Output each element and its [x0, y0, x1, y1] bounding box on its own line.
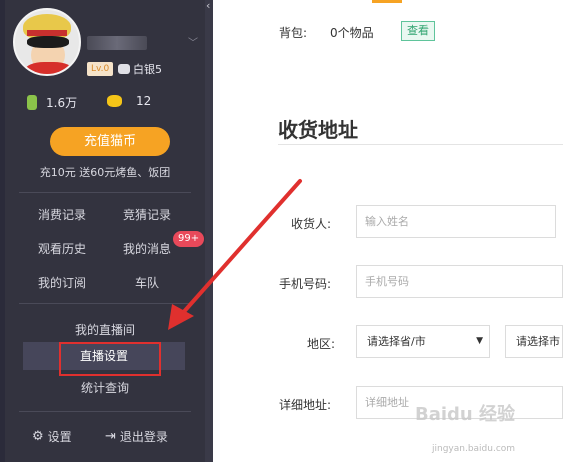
rank-label: 白银5 — [133, 63, 162, 76]
menu-item-my-live-room[interactable]: 我的直播间 — [75, 321, 135, 338]
province-select-value: 请选择省/市 — [367, 335, 426, 348]
settings-button[interactable]: ⚙ 设置 — [32, 428, 72, 445]
bamboo-stat: 1.6万 — [27, 94, 77, 111]
receiver-label: 收货人: — [291, 217, 332, 231]
chevron-down-icon[interactable]: ﹀ — [188, 34, 198, 49]
gear-icon: ⚙ — [32, 429, 44, 444]
address-label: 详细地址: — [279, 398, 332, 412]
section-divider — [278, 144, 563, 145]
divider — [19, 303, 191, 304]
province-select[interactable]: 请选择省/市 ▼ — [356, 325, 490, 358]
bamboo-count: 1.6万 — [46, 96, 78, 110]
rank-badge: 白银5 — [118, 61, 162, 77]
user-dropdown-panel: ﹀ Lv.0 白银5 1.6万 12 充值猫币 充10元 送60元烤鱼、饭团 消… — [5, 0, 205, 462]
rank-icon — [118, 64, 130, 74]
username-blurred — [87, 36, 147, 50]
collapse-arrow-icon[interactable]: ‹ — [206, 0, 213, 12]
menu-item-consume-records[interactable]: 消费记录 — [38, 206, 86, 223]
bamboo-icon — [27, 95, 37, 110]
bag-label: 背包: — [279, 26, 308, 40]
menu-item-quiz-records[interactable]: 竞猜记录 — [123, 206, 171, 223]
phone-input[interactable]: 手机号码 — [356, 265, 563, 298]
recharge-promo-text: 充10元 送60元烤鱼、饭团 — [39, 166, 171, 179]
annotation-highlight-box — [59, 342, 161, 376]
logout-label: 退出登录 — [119, 430, 168, 444]
city-select-value: 请选择市 — [516, 335, 560, 348]
recharge-button[interactable]: 充值猫币 — [50, 127, 170, 156]
avatar-body — [25, 62, 73, 74]
menu-item-team[interactable]: 车队 — [135, 274, 159, 291]
watermark-url: jingyan.baidu.com — [432, 444, 516, 454]
settings-label: 设置 — [47, 430, 72, 444]
menu-item-stats-query[interactable]: 统计查询 — [81, 379, 129, 396]
bag-count: 0个物品 — [330, 26, 374, 40]
coin-count: 12 — [136, 94, 152, 108]
level-badge: Lv.0 — [87, 62, 114, 76]
view-bag-button[interactable]: 查看 — [401, 21, 435, 41]
cat-coin-icon — [107, 95, 122, 107]
divider — [19, 192, 191, 193]
phone-label: 手机号码: — [279, 277, 332, 291]
avatar-hair — [27, 36, 69, 48]
dropdown-caret-icon: ▼ — [476, 336, 483, 346]
region-label: 地区: — [307, 337, 336, 351]
collapse-strip[interactable] — [205, 0, 213, 462]
avatar[interactable] — [13, 8, 81, 76]
logout-icon: ⇥ — [105, 429, 116, 444]
top-accent-bar — [372, 0, 402, 3]
section-title: 收货地址 — [278, 118, 358, 142]
coin-stat: 12 — [107, 94, 151, 108]
baidu-jingyan-watermark: Baidu 经验 — [415, 404, 516, 425]
menu-item-watch-history[interactable]: 观看历史 — [38, 240, 86, 257]
city-select[interactable]: 请选择市 — [505, 325, 563, 358]
logout-button[interactable]: ⇥ 退出登录 — [105, 428, 168, 445]
divider — [19, 411, 191, 412]
receiver-input[interactable]: 输入姓名 — [356, 205, 556, 238]
menu-item-my-messages[interactable]: 我的消息 — [123, 240, 171, 257]
messages-count-badge: 99+ — [173, 231, 205, 247]
menu-item-subscriptions[interactable]: 我的订阅 — [38, 274, 86, 291]
